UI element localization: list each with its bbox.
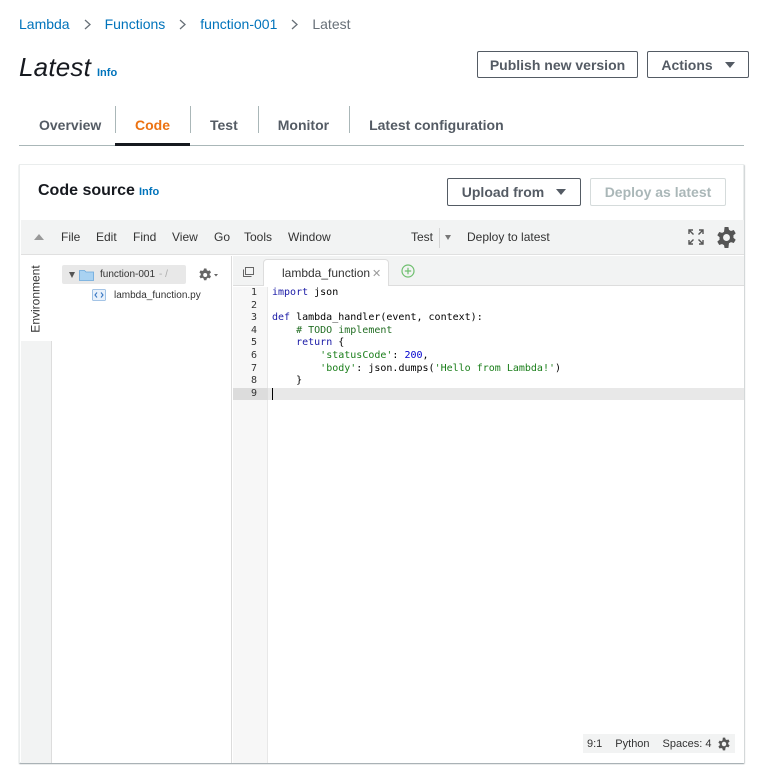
breadcrumb: Lambda Functions function-001 Latest [19, 15, 351, 33]
menu-window[interactable]: Window [288, 230, 331, 244]
upload-from-label: Upload from [461, 184, 545, 200]
tree-root-label: function-001 [100, 269, 156, 280]
line-number: 8 [250, 375, 257, 387]
line-number: 6 [250, 350, 257, 361]
line-number: 4 [250, 324, 257, 336]
title-info-link[interactable]: Info [97, 67, 117, 79]
active-line-highlight [268, 387, 744, 401]
breadcrumb-function-001[interactable]: function-001 [200, 16, 277, 32]
code-file-icon [92, 289, 106, 301]
tab-monitor[interactable]: Monitor [257, 104, 349, 145]
preferences-gear-icon[interactable] [715, 226, 738, 249]
editor-tab-label: lambda_function [282, 266, 371, 280]
code-source-info-link[interactable]: Info [139, 186, 159, 198]
code-source-title: Code source [38, 182, 135, 199]
line-number: 5 [250, 337, 257, 349]
code-line: import json [272, 287, 339, 298]
breadcrumb-current: Latest [312, 16, 351, 32]
chevron-right-icon [291, 19, 299, 30]
add-tab-icon[interactable] [401, 264, 415, 278]
code-line: def lambda_handler(event, context): [272, 312, 483, 324]
deploy-as-latest-button: Deploy as latest [590, 178, 726, 206]
chevron-right-icon [84, 19, 91, 30]
upload-from-button[interactable]: Upload from [447, 178, 581, 206]
menu-edit[interactable]: Edit [96, 230, 117, 244]
menu-go[interactable]: Go [214, 230, 230, 244]
menu-find[interactable]: Find [133, 230, 156, 244]
code-editor[interactable]: 1 2 3 4 5 6 7 8 9 import json def lambda_… [233, 287, 744, 763]
code-line: 'body': json.dumps('Hello from Lambda!') [320, 362, 562, 374]
close-tab-icon[interactable]: ✕ [372, 267, 381, 280]
publish-new-version-button[interactable]: Publish new version [477, 51, 638, 78]
line-number: 3 [250, 312, 257, 324]
line-number: 7 [250, 362, 257, 374]
code-line: } [272, 375, 303, 387]
tree-file-label: lambda_function.py [114, 289, 201, 301]
breadcrumb-lambda[interactable]: Lambda [19, 16, 70, 32]
line-number-gutter: 1 2 3 4 5 6 7 8 9 [233, 287, 268, 763]
test-dropdown-caret-icon[interactable] [445, 235, 451, 240]
tab-overview[interactable]: Overview [19, 104, 115, 145]
tree-root-path: - / [159, 269, 168, 280]
language-mode[interactable]: Python [615, 738, 649, 750]
caret-down-icon [724, 61, 735, 68]
text-cursor [272, 387, 273, 401]
expand-triangle-icon[interactable] [69, 271, 75, 278]
line-number: 1 [250, 287, 257, 298]
environment-tab-label: Environment [29, 264, 43, 333]
code-source-panel: Code source Info Upload from Deploy as l… [19, 164, 744, 763]
ide-menubar: File Edit Find View Go Tools Window Test… [21, 220, 744, 255]
editor-statusbar: 9:1 Python Spaces: 4 [583, 734, 736, 753]
tree-file-lambda-function[interactable]: lambda_function.py [92, 287, 201, 303]
menu-tools[interactable]: Tools [244, 230, 272, 244]
editor-tab-bar: lambda_function ✕ [233, 256, 744, 286]
page-title: Latest [19, 52, 92, 82]
folder-icon [79, 269, 94, 281]
fullscreen-icon[interactable] [688, 229, 704, 245]
line-number: 9 [250, 387, 257, 399]
breadcrumb-functions[interactable]: Functions [105, 16, 166, 32]
menu-view[interactable]: View [172, 230, 198, 244]
status-settings-gear-icon[interactable] [717, 737, 731, 751]
tab-code[interactable]: Code [115, 104, 190, 146]
line-number: 2 [250, 299, 257, 311]
tree-settings-gear-icon[interactable] [198, 268, 220, 282]
actions-label: Actions [661, 56, 713, 73]
test-run-button[interactable]: Test [411, 230, 433, 244]
menu-file[interactable]: File [61, 230, 80, 244]
tree-root-folder[interactable]: function-001 - / [62, 265, 186, 284]
tab-latest-configuration[interactable]: Latest configuration [349, 104, 524, 145]
code-line: return { [296, 337, 345, 349]
environment-sidebar: Environment [21, 256, 52, 763]
code-editor-ide: File Edit Find View Go Tools Window Test… [21, 220, 744, 763]
tab-test[interactable]: Test [190, 104, 258, 145]
cursor-position[interactable]: 9:1 [587, 738, 602, 750]
chevron-right-icon [179, 19, 187, 30]
menu-separator [439, 228, 440, 248]
file-tree: function-001 - / lambda_function.py [53, 256, 232, 763]
indent-setting[interactable]: Spaces: 4 [663, 738, 712, 750]
caret-down-icon [556, 189, 567, 195]
deploy-as-latest-label: Deploy as latest [604, 184, 712, 200]
editor-tab-lambda-function[interactable]: lambda_function ✕ [263, 259, 389, 286]
deploy-to-latest-button[interactable]: Deploy to latest [467, 230, 550, 244]
code-line: 'statusCode': 200, [320, 350, 429, 361]
actions-button[interactable]: Actions [647, 51, 749, 78]
publish-label: Publish new version [489, 56, 626, 73]
environment-tab[interactable]: Environment [21, 256, 52, 341]
tab-list-icon[interactable] [243, 267, 254, 277]
code-line: # TODO implement [272, 324, 393, 336]
function-tabs: Overview Code Test Monitor Latest config… [19, 104, 744, 146]
collapse-up-icon[interactable] [34, 234, 44, 240]
